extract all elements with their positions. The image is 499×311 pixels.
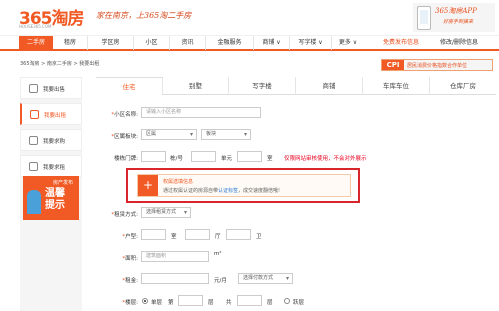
floor-total-label: 共 — [226, 300, 232, 306]
doorplate-label: 楼栋门牌: — [114, 156, 138, 162]
nav-item-zufang[interactable]: 租房 — [53, 36, 88, 50]
building-input[interactable] — [141, 151, 166, 162]
breadcrumb[interactable]: 365淘房 > 南京二手房 > 我要出租 — [20, 60, 99, 67]
hall-count-input[interactable] — [185, 229, 210, 240]
district-select[interactable]: 区属 — [141, 129, 197, 140]
area-label: *面积: — [122, 256, 138, 262]
doorplate-warning: 仅限网站审核使用，不会对外展示 — [284, 156, 367, 162]
person-illustration-icon — [27, 190, 41, 214]
building-unit: 栋/号 — [170, 156, 183, 162]
notice-title: 权属选填信息 — [163, 179, 194, 185]
layout-room-unit: 室 — [171, 234, 177, 240]
sidebar-item-sell[interactable]: 我要出售 — [20, 77, 82, 99]
site-logo[interactable]: 365淘房 HOUSE365.COM — [19, 4, 84, 29]
room-input[interactable] — [237, 151, 262, 162]
edit-delete-link[interactable]: 修改/删除信息 — [440, 36, 478, 50]
floor-duplex-radio[interactable] — [284, 298, 290, 304]
tab-office[interactable]: 写字楼 — [228, 77, 295, 95]
room-count-input[interactable] — [141, 229, 166, 240]
block-select[interactable]: 板块 — [201, 129, 251, 140]
site-header: 365淘房 HOUSE365.COM 家在南京，上365淘二手房 365淘房APP… — [0, 0, 499, 35]
floor-single-radio[interactable] — [142, 298, 148, 304]
phone-icon — [417, 6, 431, 30]
slogan: 家在南京，上365淘二手房 — [96, 11, 192, 20]
area-unit: m² — [214, 251, 222, 257]
tab-warehouse[interactable]: 仓库厂房 — [429, 77, 496, 95]
area-input[interactable]: 建筑面积 — [141, 251, 209, 262]
floor-floor2-label: 层 — [267, 300, 273, 306]
tab-garage[interactable]: 车库车位 — [362, 77, 429, 95]
ownership-notice-highlight: + 权属选填信息 通过权属认证的房源自带认证标签，成交速度翻倍哦! — [126, 168, 360, 203]
nav-item-xuequfang[interactable]: 学区房 — [88, 36, 134, 50]
community-label: *小区名称: — [111, 112, 138, 118]
cpi-tag: CPI — [382, 60, 404, 70]
unit-input[interactable] — [191, 151, 216, 162]
nav-item-finance[interactable]: 金融服务 — [206, 36, 254, 50]
free-post-link[interactable]: 免费发布信息 — [383, 36, 419, 50]
app-slogan: 好房手到擒来 — [443, 19, 474, 25]
sidebar-item-buy[interactable]: 我要求购 — [20, 129, 82, 151]
search-house-icon — [29, 162, 38, 171]
community-input[interactable]: 请输入小区名称 — [141, 107, 261, 118]
logo-subtitle: HOUSE365.COM — [19, 24, 52, 29]
layout-label: *户型: — [122, 234, 138, 240]
bath-count-input[interactable] — [226, 229, 251, 240]
floor-floor-label: 层 — [208, 300, 214, 306]
cart-icon — [29, 136, 38, 145]
ownership-notice[interactable]: + 权属选填信息 通过权属认证的房源自带认证标签，成交速度翻倍哦! — [137, 174, 351, 197]
notice-text: 通过权属认证的房源自带认证标签，成交速度翻倍哦! — [163, 188, 281, 194]
layout-hall-unit: 厅 — [215, 234, 221, 240]
rent-label: *租金: — [122, 278, 138, 284]
sidebar-item-label: 我要出租 — [44, 113, 67, 119]
cpi-banner[interactable]: CPI 居民消费价格指数合作单位 — [381, 59, 493, 71]
plus-icon[interactable]: + — [138, 175, 158, 196]
cpi-text: 居民消费价格指数合作单位 — [407, 63, 468, 69]
sidebar-item-seek-rent[interactable]: 我要求租 — [20, 155, 82, 177]
property-type-tabs: 住宅 别墅 写字楼 商铺 车库车位 仓库厂房 — [96, 77, 496, 95]
app-download-banner[interactable]: 365淘房APP 好房手到擒来 — [413, 3, 495, 32]
district-label: *区属板块: — [111, 134, 138, 140]
rent-input[interactable] — [141, 273, 209, 284]
sidebar-item-label: 我要出售 — [43, 87, 66, 93]
rent-unit: 元/月 — [214, 278, 227, 284]
floor-total-input[interactable] — [237, 295, 262, 306]
payment-select[interactable]: 选择付款方式 — [238, 273, 293, 284]
nav-item-shop[interactable]: 商铺 ∨ — [254, 36, 290, 50]
layout-bath-unit: 卫 — [256, 234, 262, 240]
unit-unit: 单元 — [221, 156, 233, 162]
app-title: 365淘房APP — [435, 7, 477, 15]
house-icon — [29, 84, 38, 93]
nav-item-xiaoqu[interactable]: 小区 — [134, 36, 170, 50]
nav-item-zixun[interactable]: 资讯 — [170, 36, 206, 50]
floor-num-input[interactable] — [178, 295, 203, 306]
cert-tag-link[interactable]: 认证标签 — [218, 188, 238, 194]
tips-ad[interactable]: 房产发布 温馨 提示 — [23, 176, 79, 220]
tab-residential[interactable]: 住宅 — [96, 77, 162, 95]
ad-line2: 温馨 提示 — [45, 188, 65, 211]
key-icon — [30, 110, 39, 119]
tab-shop[interactable]: 商铺 — [295, 77, 362, 95]
sidebar-item-rent-out[interactable]: 我要出租 — [20, 103, 82, 125]
floor-duplex-label: 跃层 — [293, 300, 305, 306]
floor-num-label: 第 — [168, 300, 174, 306]
rent-type-label: *租赁方式: — [111, 212, 138, 218]
floor-single-label: 单层 — [151, 300, 163, 306]
nav-item-ershoufang[interactable]: 二手房 — [19, 36, 53, 50]
nav-item-more[interactable]: 更多 ∨ — [332, 36, 364, 50]
main-nav: 二手房 租房 学区房 小区 资讯 金融服务 商铺 ∨ 写字楼 ∨ 更多 ∨ 免费… — [0, 35, 499, 51]
sidebar-item-label: 我要求租 — [43, 165, 66, 171]
rent-type-select[interactable]: 选择租赁方式 — [141, 207, 191, 218]
floor-label: *楼层: — [122, 300, 138, 306]
tab-villa[interactable]: 别墅 — [162, 77, 228, 95]
sidebar-item-label: 我要求购 — [43, 139, 66, 145]
ad-line1: 房产发布 — [53, 180, 74, 186]
room-unit: 室 — [267, 156, 273, 162]
nav-item-office[interactable]: 写字楼 ∨ — [290, 36, 332, 50]
